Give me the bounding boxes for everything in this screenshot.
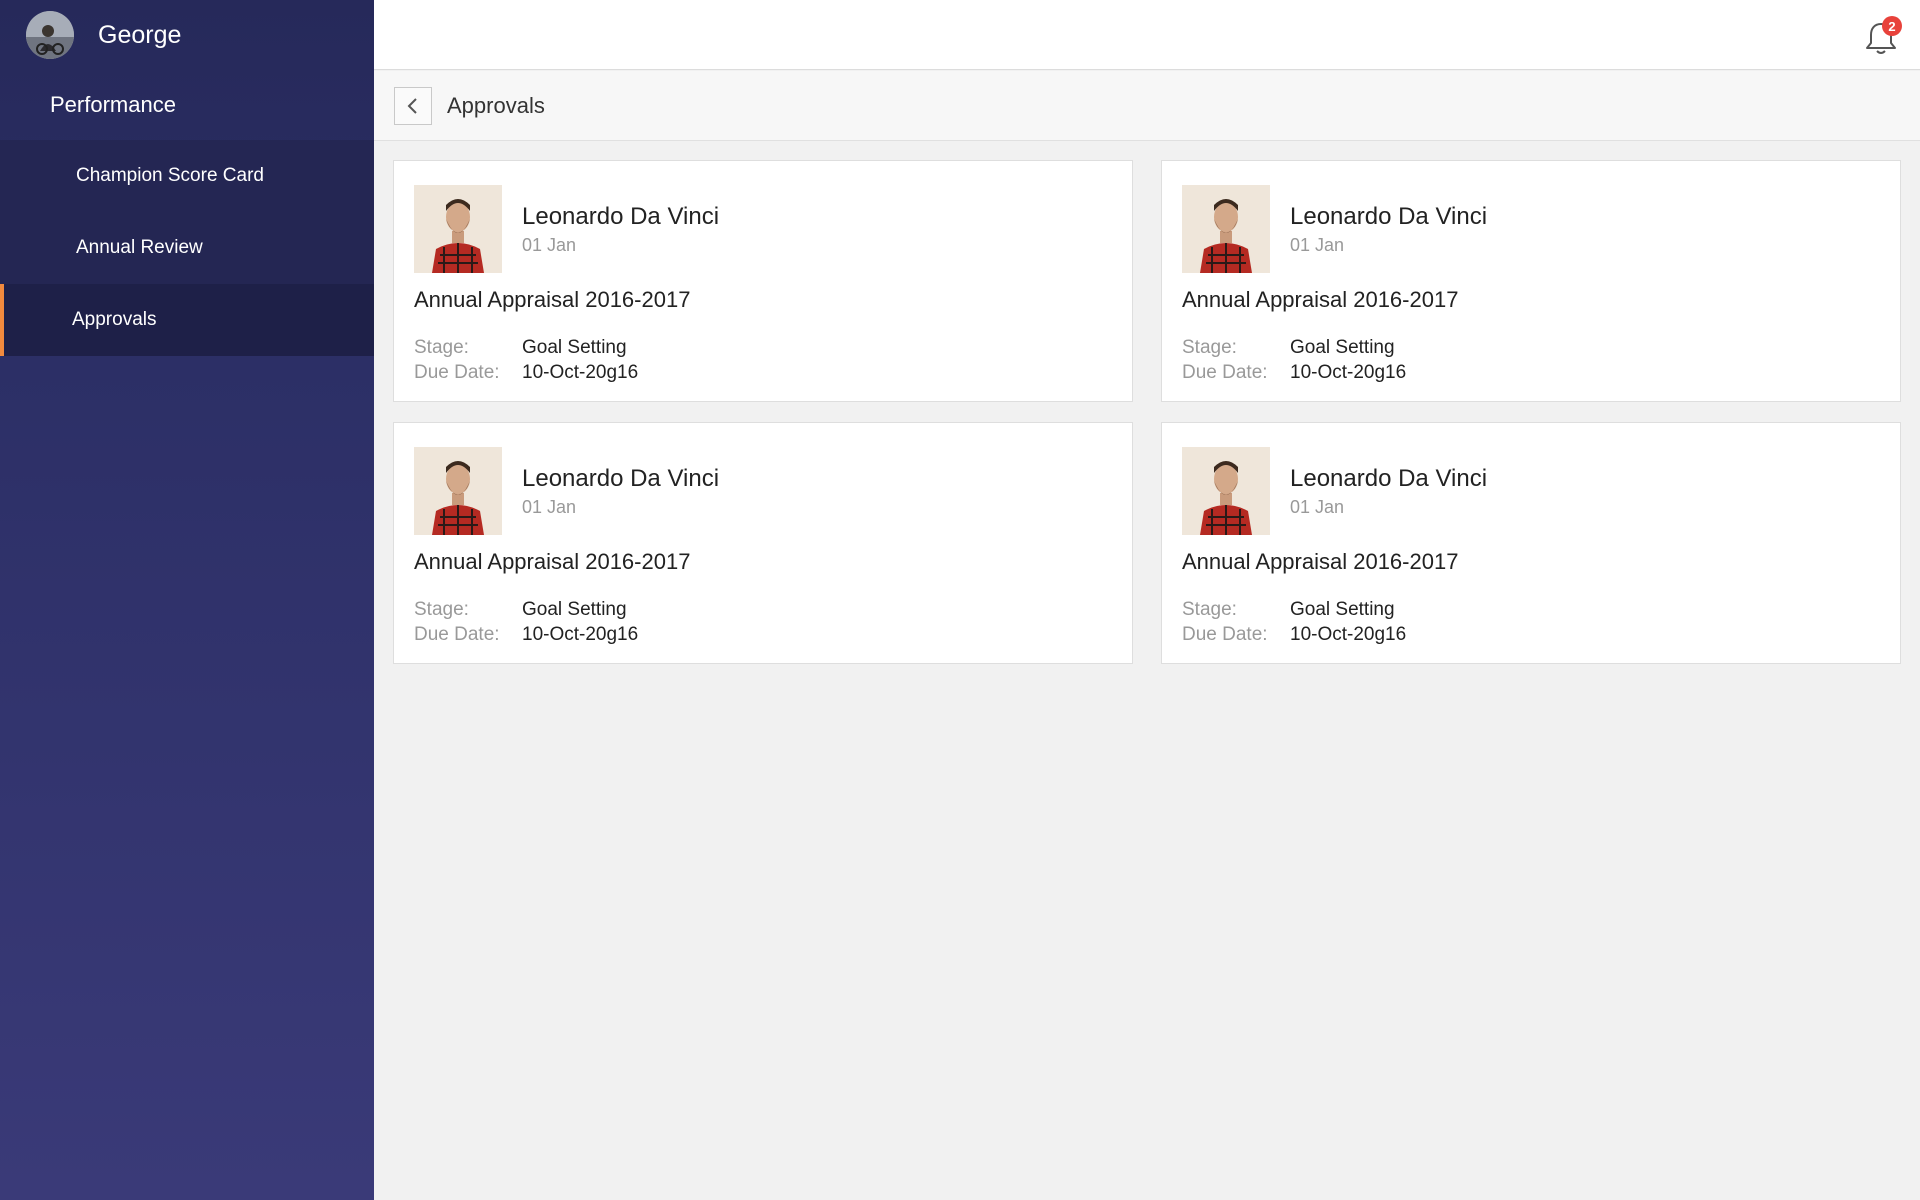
sidebar-item-label: Annual Review [76, 237, 203, 258]
stage-value: Goal Setting [522, 337, 627, 358]
employee-photo [1182, 185, 1270, 273]
approval-card[interactable]: Leonardo Da Vinci 01 Jan Annual Appraisa… [1161, 422, 1901, 664]
employee-name: Leonardo Da Vinci [1290, 202, 1488, 230]
card-date: 01 Jan [522, 234, 577, 255]
sidebar-item-label: Approvals [72, 309, 157, 330]
sidebar-item-approvals[interactable]: Approvals [0, 284, 374, 356]
nav-section-performance[interactable]: Performance [0, 70, 374, 140]
approvals-grid: Leonardo Da Vinci 01 Jan Annual Appraisa… [393, 160, 1901, 664]
due-date-value: 10-Oct-20g16 [522, 362, 639, 383]
stage-label: Stage: [414, 337, 469, 358]
breadcrumb: Approvals [374, 71, 1920, 141]
appraisal-title: Annual Appraisal 2016-2017 [414, 549, 691, 574]
stage-label: Stage: [1182, 337, 1237, 358]
back-button[interactable] [394, 86, 432, 125]
employee-photo [1182, 447, 1270, 535]
due-date-label: Due Date: [1182, 624, 1268, 645]
sidebar-item-champion-score-card[interactable]: Champion Score Card [0, 140, 374, 212]
due-date-value: 10-Oct-20g16 [1290, 362, 1407, 383]
appraisal-title: Annual Appraisal 2016-2017 [1182, 287, 1459, 312]
notifications-button[interactable]: 2 [1864, 16, 1902, 56]
stage-value: Goal Setting [522, 599, 627, 620]
stage-label: Stage: [1182, 599, 1237, 620]
notification-badge: 2 [1882, 16, 1902, 36]
due-date-value: 10-Oct-20g16 [1290, 624, 1407, 645]
card-date: 01 Jan [1290, 234, 1345, 255]
approval-card[interactable]: Leonardo Da Vinci 01 Jan Annual Appraisa… [1161, 160, 1901, 402]
user-name: George [98, 20, 182, 49]
approval-card[interactable]: Leonardo Da Vinci 01 Jan Annual Appraisa… [393, 422, 1133, 664]
appraisal-title: Annual Appraisal 2016-2017 [414, 287, 691, 312]
approval-card[interactable]: Leonardo Da Vinci 01 Jan Annual Appraisa… [393, 160, 1133, 402]
sidebar: George Performance Champion Score Card A… [0, 0, 374, 1200]
stage-value: Goal Setting [1290, 337, 1395, 358]
due-date-label: Due Date: [414, 624, 500, 645]
due-date-label: Due Date: [414, 362, 500, 383]
employee-photo [414, 447, 502, 535]
employee-name: Leonardo Da Vinci [522, 464, 720, 492]
sidebar-item-label: Champion Score Card [76, 165, 264, 186]
stage-value: Goal Setting [1290, 599, 1395, 620]
page-title: Approvals [447, 92, 545, 118]
due-date-value: 10-Oct-20g16 [522, 624, 639, 645]
employee-name: Leonardo Da Vinci [522, 202, 720, 230]
card-date: 01 Jan [1290, 496, 1345, 517]
due-date-label: Due Date: [1182, 362, 1268, 383]
user-profile[interactable]: George [0, 0, 374, 70]
employee-photo [414, 185, 502, 273]
card-date: 01 Jan [522, 496, 577, 517]
chevron-left-icon [407, 97, 417, 114]
top-bar: 2 [374, 0, 1920, 70]
employee-name: Leonardo Da Vinci [1290, 464, 1488, 492]
stage-label: Stage: [414, 599, 469, 620]
appraisal-title: Annual Appraisal 2016-2017 [1182, 549, 1459, 574]
avatar[interactable] [26, 11, 74, 59]
sidebar-item-annual-review[interactable]: Annual Review [0, 212, 374, 284]
